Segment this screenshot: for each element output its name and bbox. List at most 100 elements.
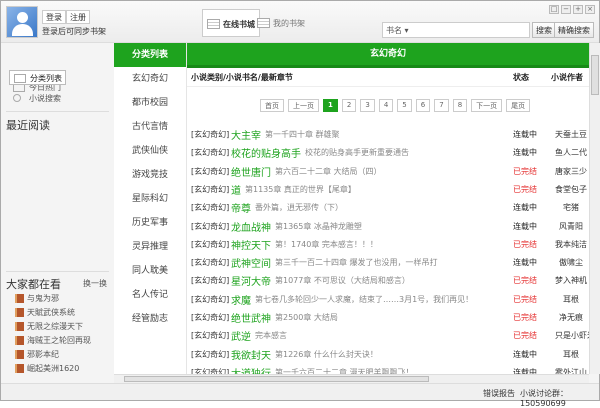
latest-chapter[interactable]: 完本感言 — [255, 330, 287, 341]
table-row[interactable]: [玄幻奇幻] 校花的贴身高手 校花的贴身高手更新重要通告 连载中 鱼人二代 — [187, 143, 589, 161]
category-item[interactable]: 武侠仙侠 — [114, 139, 186, 163]
tab-online-store[interactable]: 在线书城 — [202, 9, 260, 37]
refresh-link[interactable]: 换一换 — [83, 278, 107, 289]
category-item[interactable]: 游戏竞技 — [114, 163, 186, 187]
page-button[interactable]: 6 — [415, 99, 431, 112]
book-author[interactable]: 耳根 — [555, 294, 587, 305]
maximize-icon[interactable]: + — [573, 5, 583, 14]
category-item[interactable]: 历史军事 — [114, 211, 186, 235]
table-row[interactable]: [玄幻奇幻]武逆完本感言 已完结 只是小虾米 — [187, 326, 589, 344]
minimize-icon[interactable]: − — [561, 5, 571, 14]
popular-book[interactable]: 邪影本纪 — [15, 349, 59, 360]
page-button[interactable]: 1 — [323, 99, 338, 112]
latest-chapter[interactable]: 第2500章 大结局 — [275, 312, 338, 323]
popular-book[interactable]: 无限之综漫天下 — [15, 321, 83, 332]
book-author[interactable]: 雾外江山 — [555, 367, 587, 374]
book-title[interactable]: 求魔 — [231, 292, 251, 307]
latest-chapter[interactable]: 第！1740章 完本感言！！！ — [275, 239, 378, 250]
error-report-link[interactable]: 错误报告 — [483, 388, 515, 399]
book-author[interactable]: 风青阳 — [555, 221, 587, 232]
page-button[interactable]: 下一页 — [471, 99, 503, 112]
latest-chapter[interactable]: 第一千六百二十二章 漫天肥羊飘飘飞！ — [275, 367, 414, 374]
popular-book[interactable]: 天賦武侠系统 — [15, 307, 75, 318]
skin-icon[interactable]: □ — [549, 5, 559, 14]
book-author[interactable]: 食堂包子 — [555, 184, 587, 195]
table-row[interactable]: [玄幻奇幻] 龙血战神 第1365章 冰晶神龙雕塑 连载中 风青阳 — [187, 217, 589, 235]
book-title[interactable]: 神控天下 — [231, 237, 271, 252]
exact-search-button[interactable]: 精确搜索 — [554, 22, 594, 38]
book-author[interactable]: 我本纯洁 — [555, 239, 587, 250]
book-author[interactable]: 梦入神机 — [555, 275, 587, 286]
scroll-thumb[interactable] — [124, 376, 429, 382]
avatar[interactable] — [6, 6, 38, 38]
search-type-dropdown[interactable]: 书名 ▾ — [386, 26, 409, 35]
search-button[interactable]: 搜索 — [532, 22, 556, 38]
register-button[interactable]: 注册 — [66, 10, 90, 24]
latest-chapter[interactable]: 第1365章 冰晶神龙雕塑 — [275, 221, 362, 232]
book-author[interactable]: 唐家三少 — [555, 166, 587, 177]
login-button[interactable]: 登录 — [42, 10, 66, 24]
book-author[interactable]: 宅猪 — [555, 202, 587, 213]
page-button[interactable]: 5 — [397, 99, 412, 112]
table-row[interactable]: [玄幻奇幻] 武神空间 第三千一百二十四章 爆发了也没用，一样吊打 连载中 傲啸尘 — [187, 253, 589, 271]
latest-chapter[interactable]: 第1226章 什么什么封天诀！ — [275, 349, 378, 360]
book-author[interactable]: 天蚕土豆 — [555, 129, 587, 140]
page-button[interactable]: 尾页 — [506, 99, 531, 112]
page-button[interactable]: 2 — [341, 99, 357, 112]
book-title[interactable]: 道 — [231, 182, 241, 197]
search-input[interactable]: 书名 ▾ — [382, 22, 530, 38]
book-title[interactable]: 武逆 — [231, 328, 251, 343]
tab-my-shelf[interactable]: 我的书架 — [253, 9, 309, 37]
book-author[interactable]: 净无痕 — [555, 312, 587, 323]
table-row[interactable]: [玄幻奇幻] 道第1135章 真正的世界【尾章】 已完结 食堂包子 — [187, 180, 589, 198]
table-row[interactable]: [玄幻奇幻] 绝世武神 第2500章 大结局 已完结 净无痕 — [187, 308, 589, 326]
book-title[interactable]: 校花的贴身高手 — [231, 145, 301, 160]
book-author[interactable]: 鱼人二代 — [555, 147, 587, 158]
nav-category-list[interactable]: 分类列表 — [9, 70, 66, 85]
book-author[interactable]: 耳根 — [555, 349, 587, 360]
book-title[interactable]: 星河大帝 — [231, 273, 271, 288]
vertical-scrollbar[interactable] — [589, 43, 600, 374]
horizontal-scrollbar[interactable] — [114, 374, 589, 383]
book-author[interactable]: 只是小虾米 — [555, 330, 589, 341]
latest-chapter[interactable]: 第1135章 真正的世界【尾章】 — [245, 184, 356, 195]
popular-book[interactable]: 海贼王之轮回再现 — [15, 335, 91, 346]
table-row[interactable]: [玄幻奇幻] 我欲封天 第1226章 什么什么封天诀！ 连载中 耳根 — [187, 345, 589, 363]
scroll-thumb[interactable] — [591, 55, 599, 95]
book-title[interactable]: 绝世唐门 — [231, 164, 271, 179]
latest-chapter[interactable]: 番外篇，逍无邪传（下） — [255, 202, 343, 213]
page-button[interactable]: 8 — [452, 99, 468, 112]
table-row[interactable]: [玄幻奇幻] 帝尊 番外篇，逍无邪传（下） 连载中 宅猪 — [187, 198, 589, 216]
book-title[interactable]: 大道独行 — [231, 365, 271, 374]
category-item[interactable]: 星际科幻 — [114, 187, 186, 211]
latest-chapter[interactable]: 第三千一百二十四章 爆发了也没用，一样吊打 — [275, 257, 438, 268]
table-row[interactable]: [玄幻奇幻] 绝世唐门 第六百二十二章 大结局（四） 已完结 唐家三少 — [187, 162, 589, 180]
popular-book[interactable]: 崛起美洲1620 — [15, 363, 79, 374]
category-item[interactable]: 同人耽美 — [114, 259, 186, 283]
book-title[interactable]: 大主宰 — [231, 127, 261, 142]
close-icon[interactable]: × — [585, 5, 595, 14]
category-item[interactable]: 灵异推理 — [114, 235, 186, 259]
category-item[interactable]: 古代言情 — [114, 115, 186, 139]
latest-chapter[interactable]: 第1077章 不可思议（大结局和感言） — [275, 275, 410, 286]
book-title[interactable]: 帝尊 — [231, 200, 251, 215]
latest-chapter[interactable]: 第六百二十二章 大结局（四） — [275, 166, 382, 177]
book-title[interactable]: 绝世武神 — [231, 310, 271, 325]
category-item[interactable]: 经管励志 — [114, 307, 186, 331]
nav-novel-search[interactable]: 小说搜索 — [9, 91, 64, 106]
page-button[interactable]: 3 — [360, 99, 375, 112]
book-title[interactable]: 龙血战神 — [231, 219, 271, 234]
page-button[interactable]: 4 — [378, 99, 394, 112]
latest-chapter[interactable]: 第一千四十章 群雄聚 — [265, 129, 340, 140]
category-item[interactable]: 都市校园 — [114, 91, 186, 115]
table-row[interactable]: [玄幻奇幻] 大主宰 第一千四十章 群雄聚 连载中 天蚕土豆 — [187, 125, 589, 143]
book-title[interactable]: 武神空间 — [231, 255, 271, 270]
page-button[interactable]: 上一页 — [288, 99, 319, 112]
table-row[interactable]: [玄幻奇幻] 求魔 第七卷几多轮回少一人求魔，结束了……3月1号，我们再见！ 已完结 耳… — [187, 290, 589, 308]
latest-chapter[interactable]: 第七卷几多轮回少一人求魔，结束了……3月1号，我们再见！ — [255, 294, 473, 305]
popular-book[interactable]: 与鬼为邪 — [15, 293, 59, 304]
category-item[interactable]: 名人传记 — [114, 283, 186, 307]
book-author[interactable]: 傲啸尘 — [555, 257, 587, 268]
table-row[interactable]: [玄幻奇幻] 神控天下 第！1740章 完本感言！！！ 已完结 我本纯洁 — [187, 235, 589, 253]
table-row[interactable]: [玄幻奇幻]大道独行第一千六百二十二章 漫天肥羊飘飘飞！ 连载中 雾外江山 — [187, 363, 589, 374]
